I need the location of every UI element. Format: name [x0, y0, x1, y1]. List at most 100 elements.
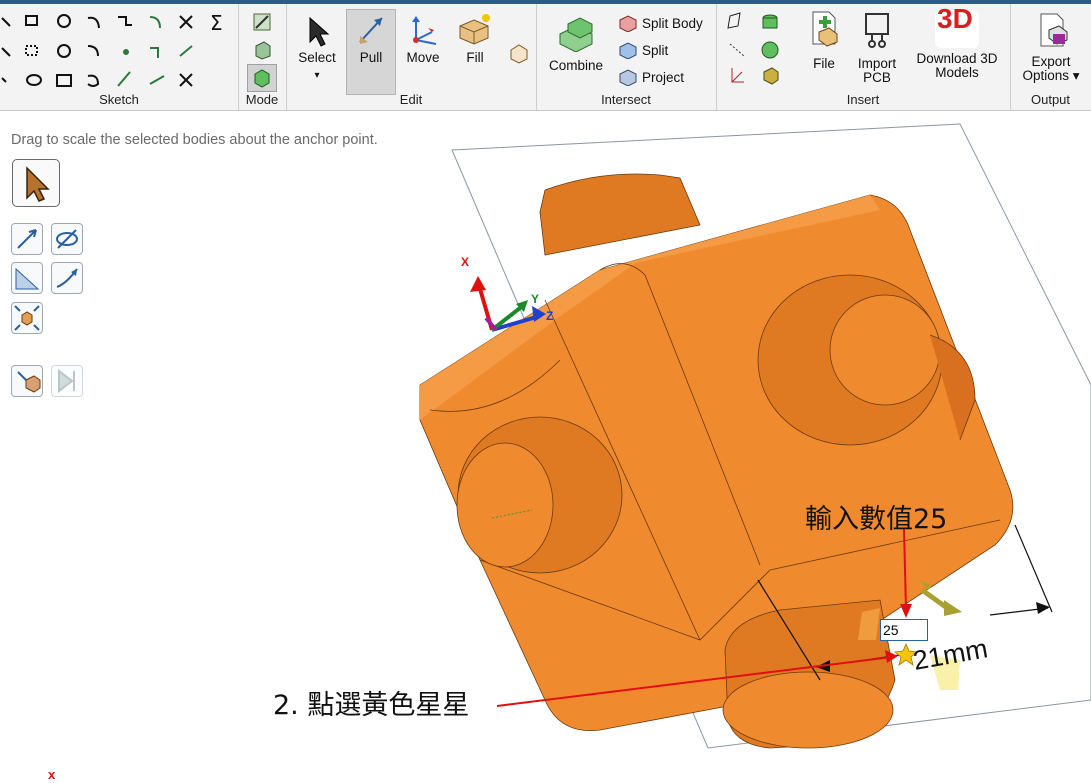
annotation-click-star: 2. 點選黃色星星: [273, 690, 470, 721]
project-label: Project: [642, 69, 685, 85]
pull-button[interactable]: Pull: [346, 9, 396, 95]
select-dropdown-icon: ▾: [314, 70, 320, 81]
orange-solid-body[interactable]: [419, 173, 1014, 749]
split-label: Split: [642, 42, 669, 58]
revolve-button[interactable]: [51, 223, 83, 255]
sketch-group-label: Sketch: [99, 92, 139, 107]
split-body-button[interactable]: Split Body: [618, 14, 703, 32]
split-line-icon: [179, 45, 193, 57]
select-button[interactable]: Select ▾: [294, 10, 340, 94]
split-body-icon: [619, 15, 637, 32]
axis-y-label: Y: [531, 292, 539, 306]
shell-body-icon: [763, 67, 779, 85]
section-mode-icon[interactable]: [252, 40, 274, 60]
complete-button[interactable]: [11, 365, 43, 397]
move-button[interactable]: Move: [400, 10, 446, 94]
file-insert-icon: [812, 11, 838, 47]
arc-tool-icon: [87, 16, 100, 29]
project-button[interactable]: Project: [618, 68, 684, 86]
export-options-button[interactable]: Export Options ▾: [1014, 10, 1088, 92]
insert-group-label: Insert: [846, 92, 880, 107]
insert-group: File Import PCB 3D Download 3D Models In…: [716, 4, 1011, 110]
mode-group-label: Mode: [245, 92, 279, 107]
circle-tool-icon: [57, 14, 71, 28]
mode-group: Mode: [238, 4, 287, 110]
pull-direction-button[interactable]: [11, 223, 43, 255]
anchor-star-icon[interactable]: [894, 642, 918, 666]
sweep-arc-icon: [87, 74, 100, 87]
axis-icon: [729, 43, 745, 57]
split-icon: [619, 42, 637, 59]
point-tool-icon: [123, 49, 129, 55]
axis-z-label: Z: [546, 309, 553, 323]
bounding-frame: [451, 123, 1091, 749]
sweep-icon: [15, 267, 40, 290]
export-label-1: Export: [1031, 54, 1071, 69]
pull-tool-icon: [359, 17, 383, 44]
sketch-tools[interactable]: Σ: [0, 8, 236, 90]
export-icon: [1040, 13, 1068, 47]
intersect-group-label: Intersect: [601, 92, 651, 107]
ribbon-toolbar: Σ Sketch Mode Select ▾ Pull Move Fill Ed…: [0, 4, 1091, 111]
import-pcb-button[interactable]: Import PCB: [852, 10, 902, 90]
axis-x-label: X: [461, 255, 469, 269]
move-label: Move: [406, 50, 440, 65]
3d-viewport: X Y Z 21mm x: [48, 123, 1091, 782]
export-label-2: Options ▾: [1022, 68, 1080, 83]
combine-label: Combine: [548, 58, 604, 73]
file-label: File: [813, 56, 835, 71]
split-button[interactable]: Split: [618, 41, 668, 59]
download-3d-badge: 3D: [937, 3, 973, 34]
fill-button[interactable]: Fill: [452, 10, 498, 94]
download-label-2: Models: [935, 65, 979, 80]
pull-direction-icon: [17, 229, 37, 249]
shell-tool-icon[interactable]: [508, 42, 530, 64]
intersect-group: Combine Split Body Split Project Interse…: [536, 4, 717, 110]
rect3pt-tool-icon: [25, 45, 38, 56]
draft-button[interactable]: [51, 262, 83, 294]
sketch-group: Σ Sketch: [0, 4, 239, 110]
arc3pt-tool-icon: [87, 45, 99, 57]
draft-icon: [56, 268, 78, 288]
bend-tool-icon: [179, 73, 193, 87]
combine-button[interactable]: Combine: [544, 12, 608, 82]
trim-tool-icon: [179, 15, 193, 29]
corner-tool-icon: [150, 47, 159, 58]
fill-tool-icon: [459, 14, 490, 45]
spline-tool-icon: [118, 16, 132, 26]
sweep-button[interactable]: [11, 262, 43, 294]
line2-tool-icon: [1, 47, 11, 57]
dimension-input[interactable]: [880, 619, 928, 641]
polygon-tool-icon: [56, 74, 72, 87]
line-tool-icon: [1, 17, 11, 27]
insert-primitives[interactable]: [726, 10, 780, 86]
pull-label: Pull: [359, 50, 383, 65]
select-arrow-icon: [309, 16, 330, 47]
select-tool-panel-button[interactable]: [12, 159, 60, 207]
fill-label: Fill: [466, 50, 484, 65]
file-insert-button[interactable]: File: [804, 10, 844, 80]
3d-mode-icon: [254, 69, 270, 88]
offset-tool-icon: [117, 71, 131, 87]
output-group-label: Output: [1030, 92, 1071, 107]
rectangle-tool-icon: [25, 15, 38, 26]
import-pcb-label-2: PCB: [863, 70, 891, 85]
sigma-icon: Σ: [210, 11, 223, 35]
select-label: Select: [298, 50, 336, 65]
import-pcb-label-1: Import: [857, 56, 897, 71]
3d-mode-button[interactable]: [247, 64, 277, 92]
download-3d-models-button[interactable]: 3D Download 3D Models: [910, 3, 1004, 90]
import-pcb-icon: [865, 13, 889, 48]
corner-marker: x: [48, 767, 56, 782]
split-body-label: Split Body: [642, 15, 703, 31]
construction-line-icon: [1, 77, 7, 83]
move-tool-icon: [412, 16, 437, 45]
sketch-mode-icon[interactable]: [252, 12, 274, 32]
project-sketch-icon: [149, 75, 165, 85]
scale-body-button[interactable]: [11, 302, 43, 334]
download-3d-logo: 3D: [935, 3, 979, 48]
download-label-1: Download 3D: [916, 51, 998, 66]
next-button[interactable]: [51, 365, 83, 397]
project-icon: [619, 69, 637, 86]
complete-icon: [17, 371, 41, 393]
